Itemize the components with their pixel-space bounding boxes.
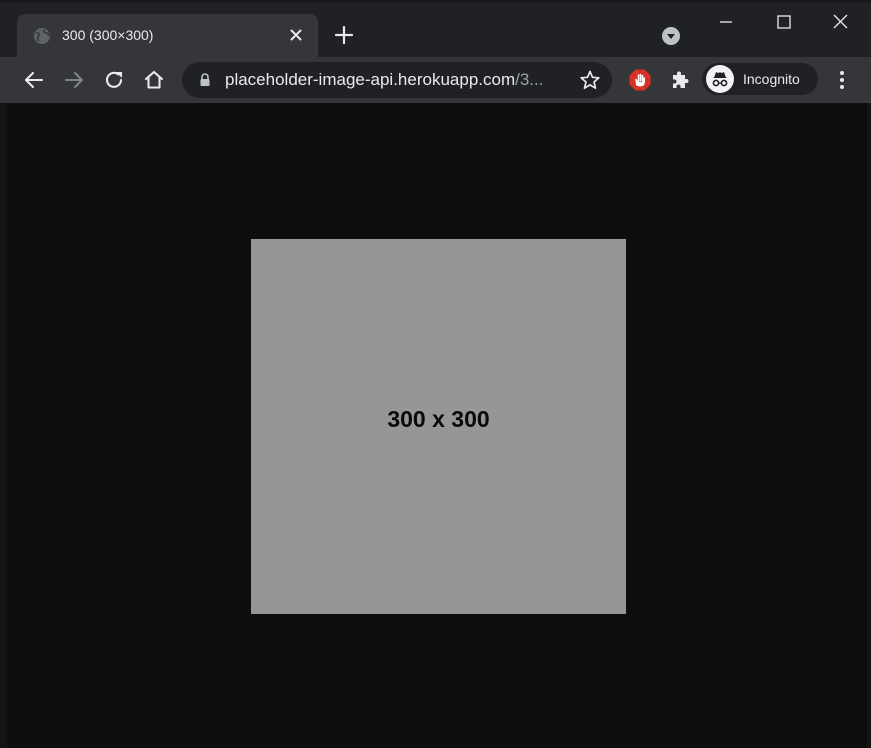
reload-button[interactable] [102, 68, 126, 92]
incognito-profile-button[interactable]: Incognito [702, 63, 818, 95]
toolbar: placeholder-image-api.herokuapp.com/3... [0, 57, 871, 103]
browser-window: 300 (300×300) placeholder-image-api.hero… [0, 0, 871, 748]
url-text[interactable]: placeholder-image-api.herokuapp.com/3... [225, 70, 560, 90]
incognito-icon [712, 72, 728, 87]
kebab-menu-icon[interactable] [830, 68, 854, 92]
puzzle-icon[interactable] [668, 68, 692, 92]
url-host: placeholder-image-api.herokuapp.com [225, 70, 516, 89]
address-bar[interactable]: placeholder-image-api.herokuapp.com/3... [182, 62, 612, 98]
url-path: /3... [515, 70, 544, 89]
tab-strip: 300 (300×300) [0, 0, 871, 57]
avatar [706, 65, 734, 93]
globe-icon [34, 28, 50, 44]
maximize-button[interactable] [770, 10, 798, 34]
window-frame-left [0, 103, 7, 748]
placeholder-image: 300 x 300 [251, 239, 626, 614]
window-close-button[interactable] [826, 10, 854, 34]
tab-title: 300 (300×300) [62, 27, 154, 43]
tab-search-button[interactable] [661, 26, 681, 46]
page-viewport: 300 x 300 [7, 103, 867, 748]
lock-icon[interactable] [199, 73, 211, 87]
home-button[interactable] [142, 68, 166, 92]
profile-label: Incognito [743, 71, 800, 87]
close-icon[interactable] [287, 26, 305, 44]
tab-active[interactable]: 300 (300×300) [17, 14, 318, 57]
placeholder-image-text: 300 x 300 [387, 406, 490, 432]
window-top-edge [0, 0, 871, 3]
minimize-button[interactable] [712, 10, 740, 34]
back-button[interactable] [22, 68, 46, 92]
new-tab-button[interactable] [333, 24, 355, 46]
window-frame-right [867, 103, 871, 748]
star-icon[interactable] [579, 69, 601, 91]
forward-button[interactable] [62, 68, 86, 92]
hand-stop-icon[interactable] [628, 68, 652, 92]
